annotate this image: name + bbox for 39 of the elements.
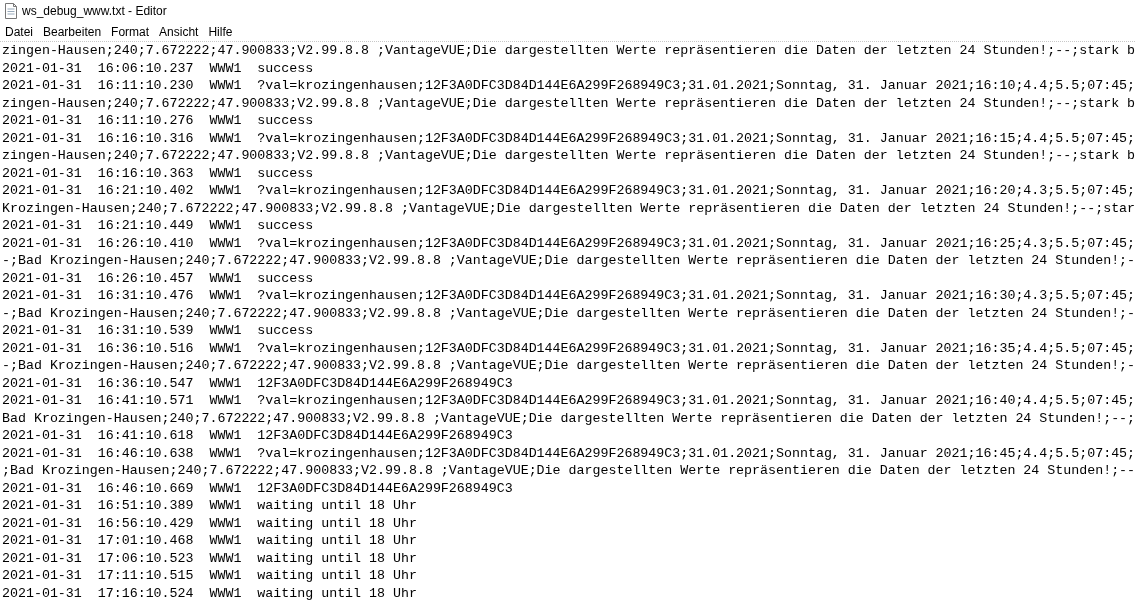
menu-item[interactable]: Hilfe <box>203 22 238 41</box>
text-line: zingen-Hausen;240;7.672222;47.900833;V2.99.8.8 ;VantageVUE;Die dargestellten Werte repräsentieren die Daten der letzten 24 Stunden!;--;stark b <box>2 42 1135 60</box>
text-line: 2021-01-31 16:26:10.457 WWW1 success <box>2 269 315 287</box>
text-line: 2021-01-31 17:01:10.468 WWW1 waiting until 18 Uhr <box>2 532 418 550</box>
text-line: 2021-01-31 16:21:10.449 WWW1 success <box>2 217 315 235</box>
text-line: Krozingen-Hausen;240;7.672222;47.900833;V2.99.8.8 ;VantageVUE;Die dargestellten Werte repräsentieren die Daten der letzten 24 Stunden!;--;star <box>2 199 1135 217</box>
text-line: 2021-01-31 16:36:10.516 WWW1 ?val=krozingenhausen;12F3A0DFC3D84D144E6A299F268949C3;31.01.2021;Sonntag, 31. Januar 2021;16:35;4.4;5.5;07:45; <box>2 339 1135 357</box>
text-line: 2021-01-31 16:41:10.571 WWW1 ?val=krozingenhausen;12F3A0DFC3D84D144E6A299F268949C3;31.01.2021;Sonntag, 31. Januar 2021;16:40;4.4;5.5;07:45; <box>2 392 1135 410</box>
text-line: Bad Krozingen-Hausen;240;7.672222;47.900833;V2.99.8.8 ;VantageVUE;Die dargestellten Werte repräsentieren die Daten der letzten 24 Stunden!;--; <box>2 409 1135 427</box>
window-title: ws_debug_www.txt - Editor <box>22 3 167 19</box>
text-file-icon <box>4 3 18 19</box>
menu-item[interactable]: Format <box>106 22 155 41</box>
text-line: -;Bad Krozingen-Hausen;240;7.672222;47.900833;V2.99.8.8 ;VantageVUE;Die dargestellten Werte repräsentieren die Daten der letzten 24 Stunden!;- <box>2 252 1135 270</box>
text-line: 2021-01-31 16:46:10.669 WWW1 12F3A0DFC3D84D144E6A299F268949C3 <box>2 479 514 497</box>
text-line: ;Bad Krozingen-Hausen;240;7.672222;47.900833;V2.99.8.8 ;VantageVUE;Die dargestellten Werte repräsentieren die Daten der letzten 24 Stunden!;-- <box>2 462 1135 480</box>
text-line: 2021-01-31 16:21:10.402 WWW1 ?val=krozingenhausen;12F3A0DFC3D84D144E6A299F268949C3;31.01.2021;Sonntag, 31. Januar 2021;16:20;4.3;5.5;07:45; <box>2 182 1135 200</box>
text-line: 2021-01-31 16:26:10.410 WWW1 ?val=krozingenhausen;12F3A0DFC3D84D144E6A299F268949C3;31.01.2021;Sonntag, 31. Januar 2021;16:25;4.3;5.5;07:45; <box>2 234 1135 252</box>
text-line: 2021-01-31 16:11:10.230 WWW1 ?val=krozingenhausen;12F3A0DFC3D84D144E6A299F268949C3;31.01.2021;Sonntag, 31. Januar 2021;16:10;4.4;5.5;07:45; <box>2 77 1135 95</box>
text-line: 2021-01-31 17:11:10.515 WWW1 waiting until 18 Uhr <box>2 567 418 585</box>
text-line: 2021-01-31 16:16:10.363 WWW1 success <box>2 164 315 182</box>
text-line: 2021-01-31 16:11:10.276 WWW1 success <box>2 112 315 130</box>
text-line: 2021-01-31 16:46:10.638 WWW1 ?val=krozingenhausen;12F3A0DFC3D84D144E6A299F268949C3;31.01.2021;Sonntag, 31. Januar 2021;16:45;4.4;5.5;07:45; <box>2 444 1135 462</box>
text-line: -;Bad Krozingen-Hausen;240;7.672222;47.900833;V2.99.8.8 ;VantageVUE;Die dargestellten Werte repräsentieren die Daten der letzten 24 Stunden!;- <box>2 357 1135 375</box>
text-line: 2021-01-31 16:31:10.476 WWW1 ?val=krozingenhausen;12F3A0DFC3D84D144E6A299F268949C3;31.01.2021;Sonntag, 31. Januar 2021;16:30;4.3;5.5;07:45; <box>2 287 1135 305</box>
text-line: 2021-01-31 17:16:10.524 WWW1 waiting until 18 Uhr <box>2 584 418 602</box>
text-line: zingen-Hausen;240;7.672222;47.900833;V2.99.8.8 ;VantageVUE;Die dargestellten Werte repräsentieren die Daten der letzten 24 Stunden!;--;stark b <box>2 147 1135 165</box>
text-line: 2021-01-31 17:06:10.523 WWW1 waiting until 18 Uhr <box>2 549 418 567</box>
menu-item[interactable]: Ansicht <box>154 22 204 41</box>
text-line: -;Bad Krozingen-Hausen;240;7.672222;47.900833;V2.99.8.8 ;VantageVUE;Die dargestellten Werte repräsentieren die Daten der letzten 24 Stunden!;- <box>2 304 1135 322</box>
text-line: 2021-01-31 16:06:10.237 WWW1 success <box>2 59 315 77</box>
text-line: 2021-01-31 16:36:10.547 WWW1 12F3A0DFC3D84D144E6A299F268949C3 <box>2 374 514 392</box>
text-line: 2021-01-31 16:16:10.316 WWW1 ?val=krozingenhausen;12F3A0DFC3D84D144E6A299F268949C3;31.01.2021;Sonntag, 31. Januar 2021;16:15;4.4;5.5;07:45; <box>2 129 1135 147</box>
text-line: 2021-01-31 16:41:10.618 WWW1 12F3A0DFC3D84D144E6A299F268949C3 <box>2 427 514 445</box>
menu-item[interactable]: Bearbeiten <box>38 22 107 41</box>
text-line: 2021-01-31 16:31:10.539 WWW1 success <box>2 322 315 340</box>
text-line: 2021-01-31 16:56:10.429 WWW1 waiting until 18 Uhr <box>2 514 418 532</box>
menu-item[interactable]: Datei <box>0 22 38 41</box>
text-line: zingen-Hausen;240;7.672222;47.900833;V2.99.8.8 ;VantageVUE;Die dargestellten Werte repräsentieren die Daten der letzten 24 Stunden!;--;stark b <box>2 94 1135 112</box>
text-line: 2021-01-31 16:51:10.389 WWW1 waiting until 18 Uhr <box>2 497 418 515</box>
